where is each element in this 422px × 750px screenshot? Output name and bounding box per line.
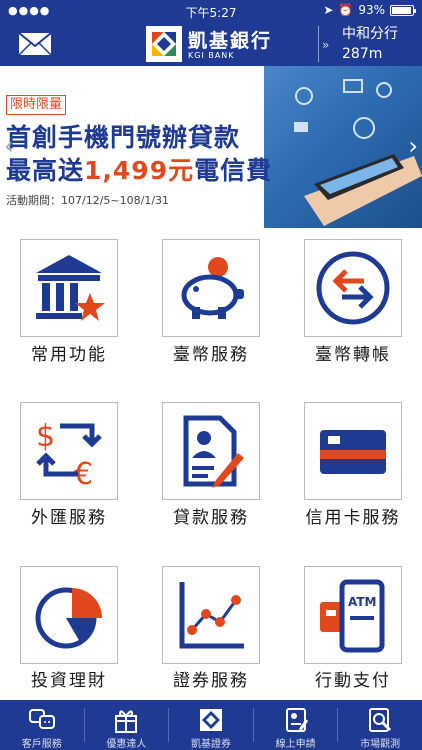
battery-fill [392, 6, 411, 14]
status-bar: ●●●● 下午5:27 ➤ ⏰ 93% [0, 0, 422, 22]
grid-label: 臺幣服務 [173, 345, 249, 365]
banner-prefix: 最高送 [6, 156, 85, 185]
svg-text:ATM: ATM [348, 595, 376, 609]
online-apply-icon [285, 708, 308, 732]
banner-image [264, 66, 422, 228]
double-chevron-icon[interactable]: » [322, 38, 329, 52]
transfer-arrows-icon [316, 251, 390, 325]
tab-label: 線上申請 [275, 739, 316, 750]
bank-star-icon [36, 255, 105, 321]
tab-label: 優惠達人 [106, 739, 147, 750]
kgi-logo-icon [152, 32, 176, 56]
tab-online-apply[interactable]: 線上申請 [254, 700, 338, 750]
atm-phone-icon: ATM [320, 579, 385, 653]
kgi-logo [146, 26, 182, 62]
header-divider [318, 26, 319, 62]
market-watch-icon [369, 708, 392, 732]
tab-customer-service[interactable]: 客戶服務 [0, 700, 84, 750]
grid-item-favorites[interactable] [20, 239, 118, 337]
nearest-branch[interactable]: 中和分行 287m [342, 24, 398, 64]
grid-item-mobile-pay[interactable]: ATM [304, 566, 402, 664]
grid-item-credit-card[interactable] [304, 402, 402, 500]
grid-item-investment[interactable] [20, 566, 118, 664]
grid-label: 常用功能 [31, 345, 107, 365]
currency-exchange-icon: $ € [36, 419, 102, 490]
banner-next-icon[interactable]: › [408, 132, 418, 160]
location-icon: ➤ [323, 3, 334, 17]
pie-chart-icon [35, 587, 102, 649]
tab-label: 客戶服務 [21, 739, 62, 750]
grid-item-twd-transfer[interactable] [304, 239, 402, 337]
banner-headline: 首創手機門號辦貸款 [6, 123, 241, 152]
grid-label: 信用卡服務 [305, 508, 401, 528]
svg-text:$: $ [36, 419, 55, 454]
grid-item-securities[interactable] [162, 566, 260, 664]
branch-name: 中和分行 [342, 26, 398, 42]
kgi-logo-icon [199, 709, 222, 731]
app-header: 凱基銀行 KGI BANK » 中和分行 287m [0, 22, 422, 66]
grid-label: 貸款服務 [173, 508, 249, 528]
tab-label: 市場觀測 [360, 739, 401, 750]
grid-label: 行動支付 [315, 671, 391, 691]
banner-period: 活動期間：107/12/5~108/1/31 [6, 194, 170, 207]
battery-percent: 93% [358, 3, 385, 17]
grid-item-forex[interactable]: $ € [20, 402, 118, 500]
grid-item-loan[interactable] [162, 402, 260, 500]
mail-button[interactable] [18, 31, 52, 57]
tab-promotions[interactable]: 優惠達人 [85, 700, 169, 750]
banner-tag: 限時限量 [6, 95, 67, 115]
grid-label: 投資理財 [31, 671, 107, 691]
banner-subheadline: 最高送1,499元電信費 [6, 151, 272, 187]
tab-market-watch[interactable]: 市場觀測 [338, 700, 422, 750]
hand-phone-illustration [294, 79, 422, 226]
gift-icon [115, 710, 138, 733]
grid-label: 證券服務 [173, 671, 249, 691]
tab-kgi-securities[interactable]: 凱基證券 [169, 700, 253, 750]
grid-label: 外匯服務 [31, 508, 107, 528]
credit-card-icon [320, 430, 386, 474]
alarm-icon: ⏰ [338, 3, 354, 17]
line-chart-icon [179, 582, 244, 649]
piggy-bank-icon [181, 257, 244, 319]
grid-label: 臺幣轉帳 [315, 345, 391, 365]
bottom-tab-bar: 客戶服務 優惠達人 凱基證券 線上申請 市場觀測 [0, 700, 422, 750]
grid-item-twd-service[interactable] [162, 239, 260, 337]
tab-label: 凱基證券 [190, 739, 231, 750]
mail-icon [18, 32, 52, 56]
customer-service-icon [28, 709, 55, 729]
banner-prev-icon[interactable]: ‹ [4, 132, 14, 160]
branch-distance: 287m [342, 46, 383, 62]
promo-banner[interactable]: 限時限量 首創手機門號辦貸款 最高送1,499元電信費 活動期間：107/12/… [0, 66, 422, 228]
banner-amount: 1,499元 [84, 156, 195, 185]
loan-document-icon [183, 415, 244, 488]
bank-name: 凱基銀行 [188, 30, 273, 52]
battery-icon [390, 4, 416, 16]
banner-suffix: 電信費 [194, 156, 273, 185]
